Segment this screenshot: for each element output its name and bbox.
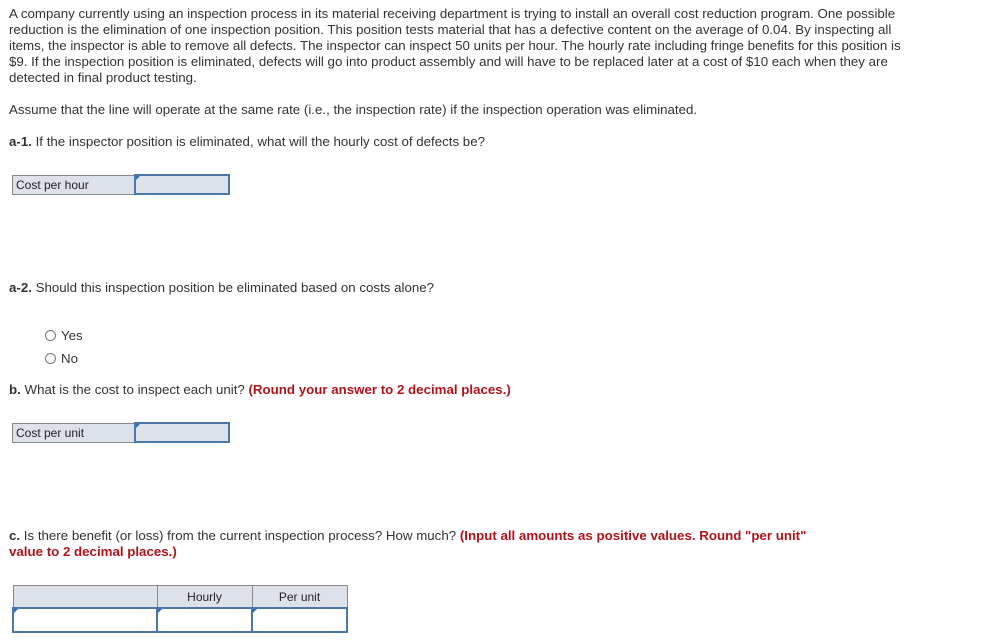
question-c-text: Is there benefit (or loss) from the curr… — [20, 528, 460, 543]
radio-yes[interactable] — [45, 330, 56, 341]
question-b-text: What is the cost to inspect each unit? — [20, 382, 249, 397]
benefit-per-unit-input[interactable] — [253, 609, 346, 631]
problem-intro: A company currently using an inspection … — [9, 6, 901, 85]
question-a1-label: a-1. — [9, 134, 32, 149]
cost-per-unit-input[interactable] — [135, 424, 228, 441]
input-marker-icon — [135, 424, 140, 428]
question-b-instruction: (Round your answer to 2 decimal places.) — [248, 382, 511, 397]
cost-per-unit-cell[interactable] — [133, 422, 230, 443]
option-yes[interactable]: Yes — [45, 328, 83, 343]
column-header-label — [12, 585, 158, 609]
question-c-label: c. — [9, 528, 21, 543]
question-a2-label: a-2. — [9, 280, 32, 295]
question-c-instruction-2: value to 2 decimal places.) — [9, 544, 177, 559]
input-marker-icon — [14, 609, 18, 613]
option-no[interactable]: No — [45, 351, 78, 366]
cost-per-unit-label: Cost per unit — [12, 422, 135, 443]
cost-per-hour-table: Cost per hour — [12, 174, 230, 195]
question-c-continued: value to 2 decimal places.) — [9, 544, 177, 560]
benefit-label-cell[interactable] — [12, 607, 158, 633]
question-a2: a-2. Should this inspection position be … — [9, 280, 434, 296]
table-row — [12, 607, 348, 633]
benefit-table: Hourly Per unit — [12, 585, 348, 633]
question-b-label: b. — [9, 382, 21, 397]
column-header-per-unit: Per unit — [251, 585, 348, 609]
cost-per-unit-table: Cost per unit — [12, 422, 230, 443]
radio-no[interactable] — [45, 353, 56, 364]
benefit-label-input[interactable] — [14, 609, 156, 631]
benefit-hourly-input[interactable] — [158, 609, 251, 631]
question-b: b. What is the cost to inspect each unit… — [9, 382, 511, 398]
cost-per-hour-cell[interactable] — [133, 174, 230, 195]
option-no-label: No — [61, 351, 78, 366]
question-a1: a-1. If the inspector position is elimin… — [9, 134, 485, 150]
input-marker-icon — [158, 609, 162, 613]
column-header-hourly: Hourly — [156, 585, 253, 609]
question-a2-text: Should this inspection position be elimi… — [31, 280, 435, 295]
option-yes-label: Yes — [61, 328, 83, 343]
question-c: c. Is there benefit (or loss) from the c… — [9, 528, 806, 544]
question-a1-text: If the inspector position is eliminated,… — [31, 134, 485, 149]
assumption-text: Assume that the line will operate at the… — [9, 102, 698, 117]
cost-per-hour-input[interactable] — [135, 176, 228, 193]
benefit-per-unit-cell[interactable] — [251, 607, 348, 633]
benefit-hourly-cell[interactable] — [156, 607, 253, 633]
question-c-instruction-1: (Input all amounts as positive values. R… — [459, 528, 807, 543]
cost-per-hour-label: Cost per hour — [12, 174, 135, 195]
input-marker-icon — [135, 176, 140, 180]
input-marker-icon — [253, 609, 257, 613]
benefit-table-header: Hourly Per unit — [12, 585, 348, 609]
